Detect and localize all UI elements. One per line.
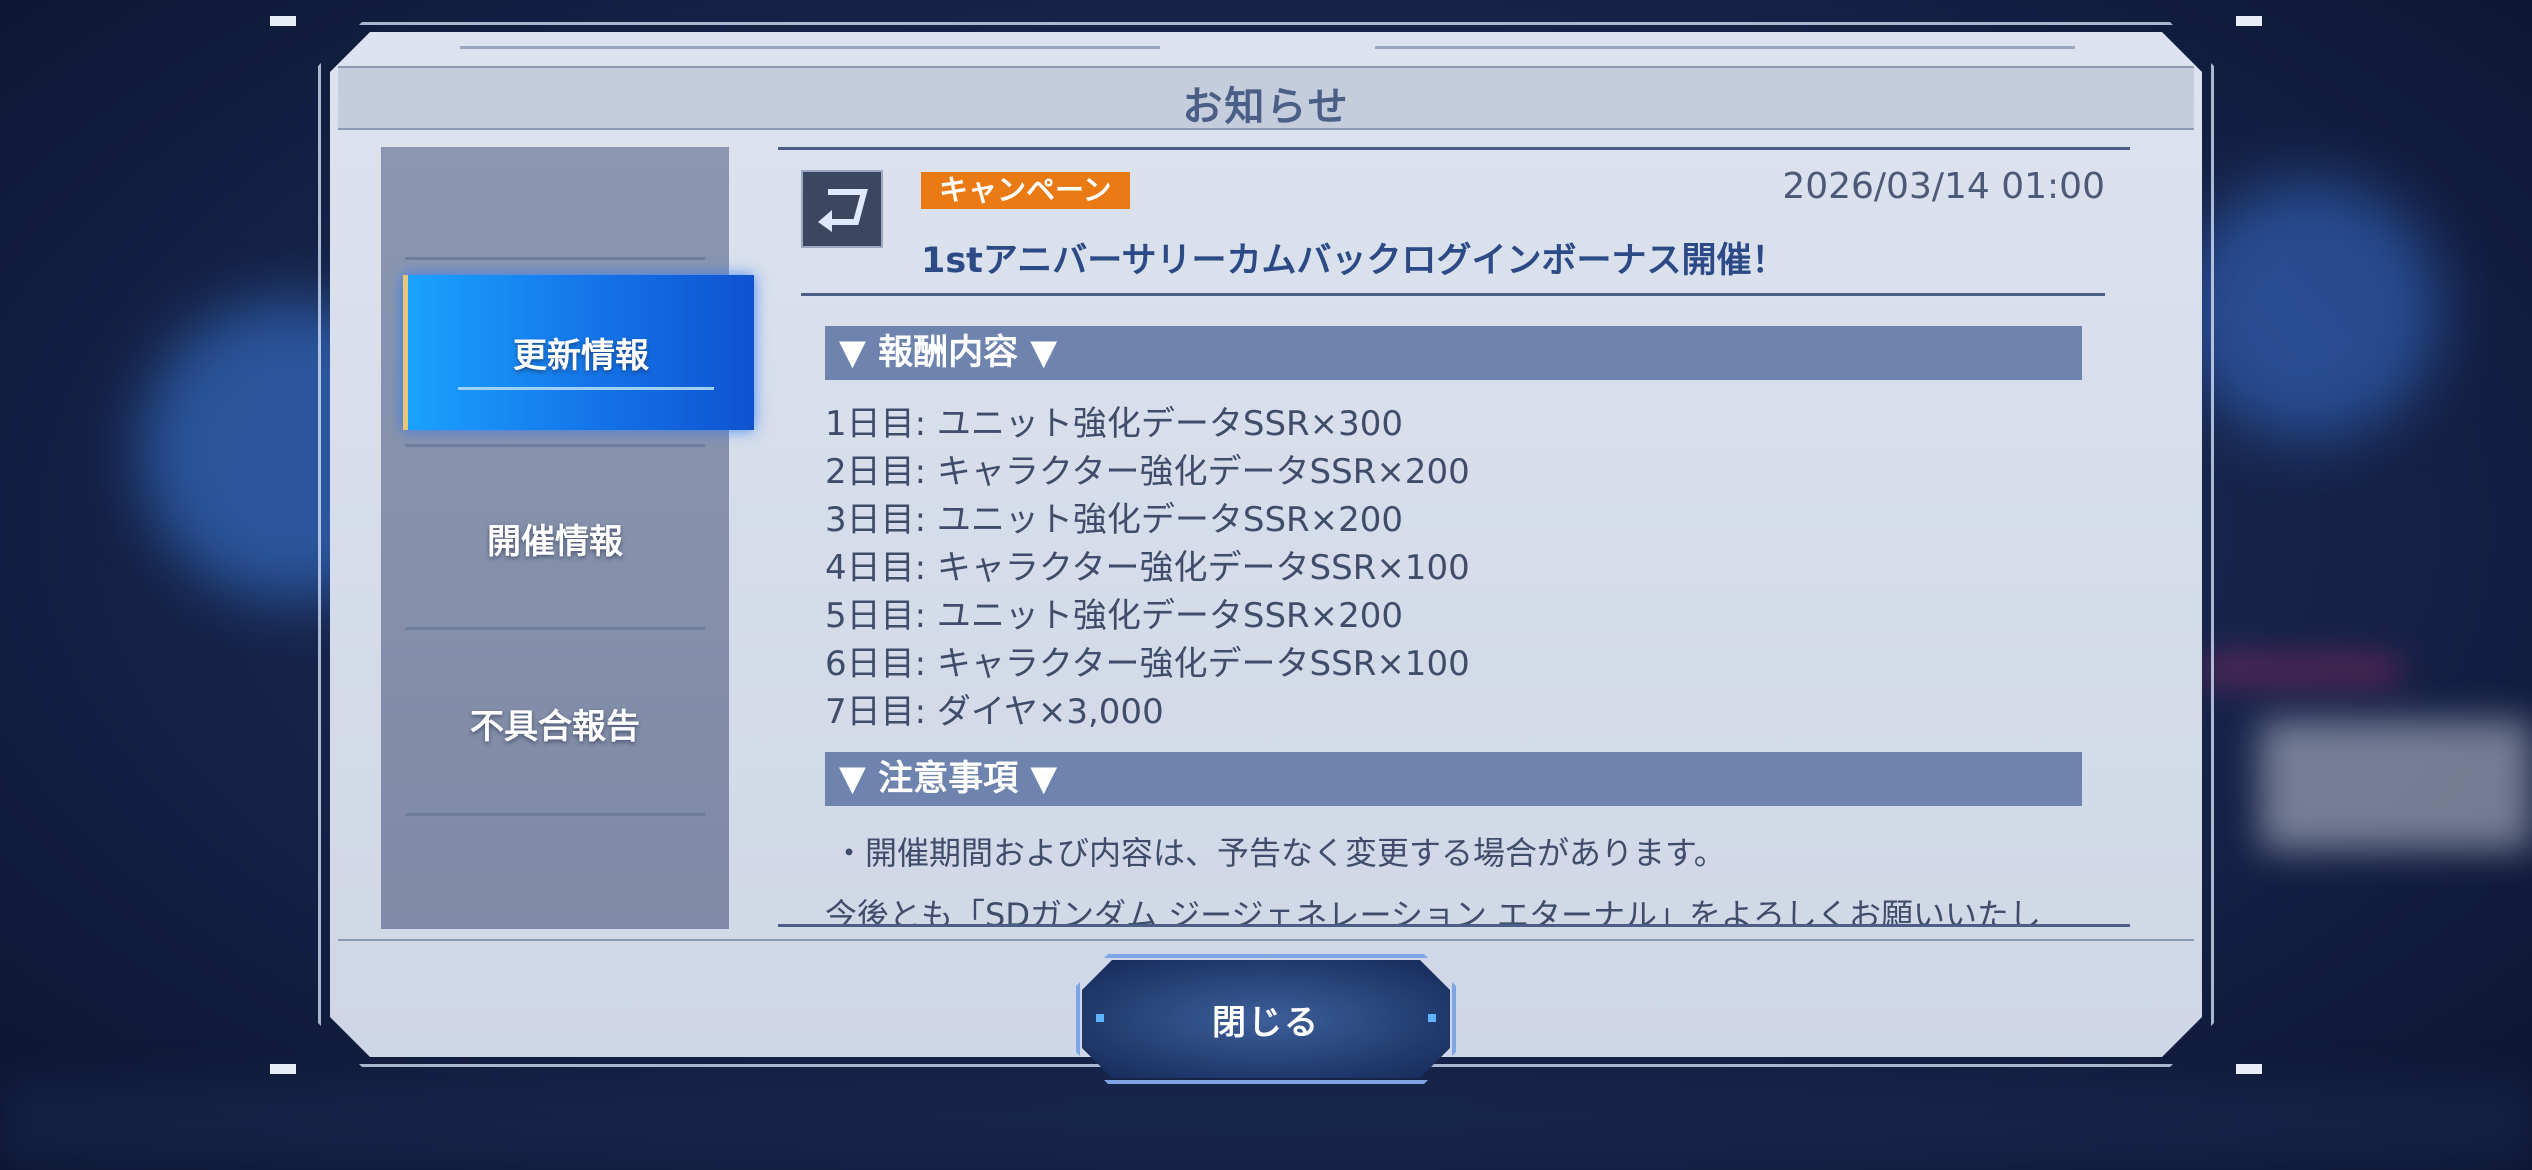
section-header-rewards: ▼ 報酬内容 ▼ [825,326,2082,380]
sidebar-item-label: 開催情報 [487,521,623,562]
dialog-title: お知らせ [1182,84,1350,130]
frame-corner [270,16,296,26]
list-item: 1日目: ユニット強化データSSR×300 [825,404,1404,444]
section-header-notes: ▼ 注意事項 ▼ [825,752,2082,806]
note-text: ・開催期間および内容は、予告なく変更する場合があります。 [833,834,1726,872]
closing-text: 今後とも「SDガンダム ジージェネレーション エターナル」をよろしくお願いいたし [825,896,2042,924]
sidebar-item-label: 更新情報 [513,336,649,376]
sidebar-item-bug-reports[interactable]: 不具合報告 [381,648,729,798]
sidebar-divider [405,444,705,447]
frame-corner [2236,1064,2262,1074]
frame-top-line [1375,46,2075,49]
footer-divider [338,939,2194,941]
background-blur [2200,660,2400,680]
list-item: 4日目: キャラクター強化データSSR×100 [825,548,1470,588]
button-accent [1096,1014,1104,1022]
sidebar-divider [405,627,705,630]
sidebar-item-label: 不具合報告 [470,706,640,747]
background-blur [2180,180,2440,440]
frame-top-line [460,46,1160,49]
frame-corner [270,1064,296,1074]
list-item: 2日目: キャラクター強化データSSR×200 [825,452,1470,492]
sidebar-item-events[interactable]: 開催情報 [381,463,729,613]
active-underline [458,387,714,390]
title-bar: お知らせ [338,66,2194,130]
button-accent [1428,1014,1436,1022]
close-button[interactable]: 閉じる [1082,960,1450,1078]
sidebar-divider [405,813,705,816]
list-item: 7日目: ダイヤ×3,000 [825,692,1164,732]
closing-clip: 今後とも「SDガンダム ジージェネレーション エターナル」をよろしくお願いいたし [778,880,2130,924]
reward-list: 1日目: ユニット強化データSSR×300 2日目: キャラクター強化データSS… [825,400,1470,736]
background-blur [2260,720,2532,850]
list-item: 3日目: ユニット強化データSSR×200 [825,500,1404,540]
list-item: 6日目: キャラクター強化データSSR×100 [825,644,1470,684]
sidebar-divider [405,257,705,260]
close-button-label: 閉じる [1212,1002,1320,1043]
frame-corner [2236,16,2262,26]
list-item: 5日目: ユニット強化データSSR×200 [825,596,1404,636]
sidebar-item-updates[interactable]: 更新情報 [403,275,754,430]
background-blur [0,1080,2532,1170]
